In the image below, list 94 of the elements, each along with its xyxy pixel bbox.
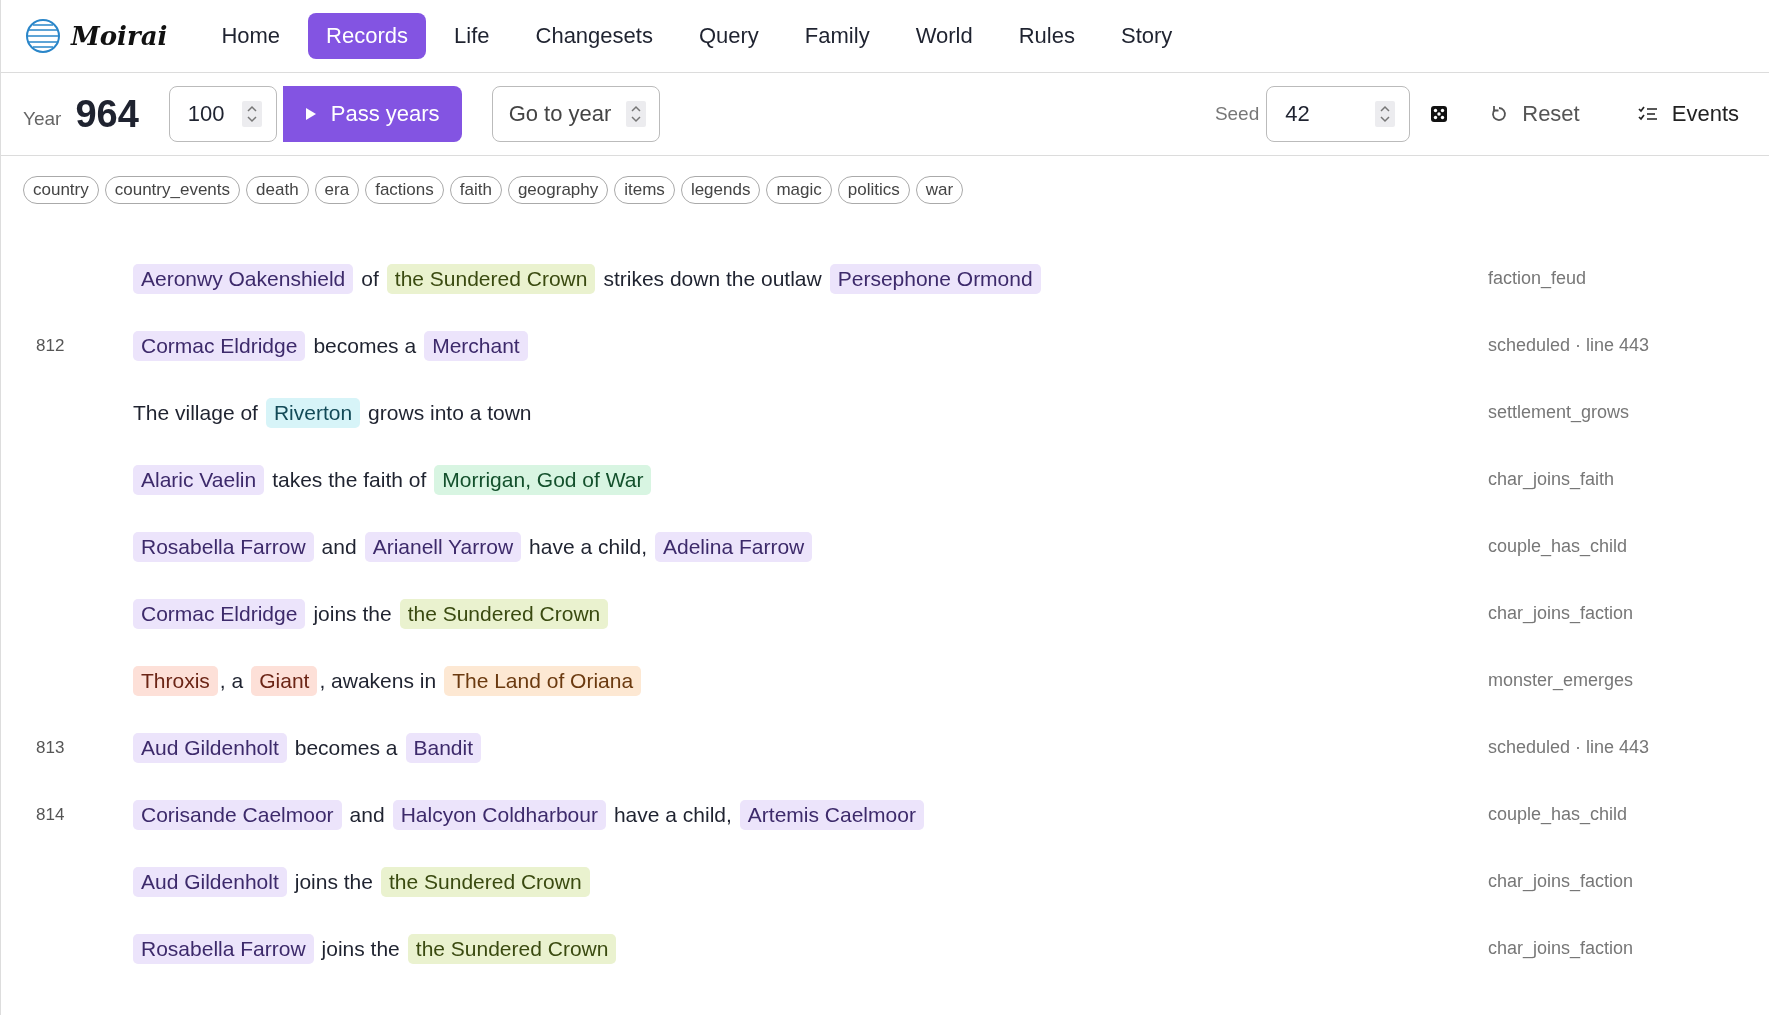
event-text: joins the (313, 601, 392, 626)
nav-tab[interactable]: Changesets (517, 13, 671, 59)
event-text: becomes a (313, 333, 417, 358)
events-button[interactable]: Events (1631, 100, 1745, 128)
nav-tab[interactable]: Story (1102, 13, 1191, 59)
dice-icon[interactable] (1430, 105, 1449, 123)
reset-button[interactable]: Reset (1484, 100, 1586, 128)
event-source: monster_emerges (1488, 670, 1635, 691)
nav-tab[interactable]: Home (203, 13, 299, 59)
faction-tag[interactable]: the Sundered Crown (386, 263, 596, 294)
play-icon (304, 107, 317, 121)
monster-tag[interactable]: Giant (251, 665, 318, 696)
event-text: grows into a town (368, 400, 532, 425)
pass-years-button[interactable]: Pass years (282, 86, 462, 142)
person-tag[interactable]: Rosabella Farrow (133, 531, 314, 562)
filter-tag[interactable]: war (915, 176, 964, 204)
event-source: char_joins_faction (1488, 871, 1635, 892)
nav-tab[interactable]: Records (308, 13, 427, 59)
person-tag[interactable]: Aud Gildenholt (133, 732, 287, 763)
nav-tab[interactable]: Life (436, 13, 508, 59)
filter-tag[interactable]: death (246, 176, 309, 204)
event-text: and (349, 802, 385, 827)
seed-input[interactable]: 42 (1266, 86, 1411, 142)
spinner-icon[interactable] (625, 101, 646, 127)
filter-tag[interactable]: faith (449, 176, 502, 204)
event-source: char_joins_faction (1488, 938, 1635, 959)
event-text: , awakens in (319, 668, 437, 693)
person-tag[interactable]: Corisande Caelmoor (133, 799, 342, 830)
filter-tag[interactable]: era (314, 176, 360, 204)
event-source: scheduled · line 443 (1488, 335, 1651, 356)
go-to-year-input[interactable]: Go to year (491, 86, 660, 142)
event-source: settlement_grows (1488, 402, 1631, 423)
person-tag[interactable]: Rosabella Farrow (133, 933, 314, 964)
event-text: have a child, (529, 534, 647, 559)
years-input[interactable]: 100 (168, 86, 277, 142)
settlement-tag[interactable]: Riverton (265, 397, 361, 428)
person-tag[interactable]: Persephone Ormond (829, 263, 1041, 294)
filter-tag[interactable]: country (23, 176, 99, 204)
person-tag[interactable]: Merchant (424, 330, 528, 361)
nav-tab[interactable]: World (897, 13, 991, 59)
event-year: 812 (36, 335, 65, 355)
filter-tag[interactable]: legends (680, 176, 761, 204)
person-tag[interactable]: Cormac Eldridge (133, 598, 306, 629)
event-text: have a child, (613, 802, 732, 827)
event-text: and (321, 534, 357, 559)
reset-icon (1490, 105, 1509, 123)
nav-tab[interactable]: Query (680, 13, 777, 59)
checklist-icon (1637, 106, 1658, 122)
person-tag[interactable]: Halcyon Coldharbour (392, 799, 606, 830)
person-tag[interactable]: Arianell Yarrow (364, 531, 522, 562)
seed-label: Seed (1214, 103, 1260, 125)
person-tag[interactable]: Cormac Eldridge (133, 330, 306, 361)
event-text: joins the (321, 936, 400, 961)
current-year: 964 (75, 92, 139, 136)
person-tag[interactable]: Adelina Farrow (655, 531, 813, 562)
person-tag[interactable]: Bandit (405, 732, 482, 763)
faction-tag[interactable]: the Sundered Crown (407, 933, 617, 964)
event-year: 814 (36, 804, 65, 824)
event-text: becomes a (294, 735, 398, 760)
filter-tag[interactable]: items (614, 176, 675, 204)
event-source: char_joins_faction (1488, 603, 1635, 624)
event-source: scheduled · line 443 (1488, 737, 1651, 758)
brand-name[interactable]: Moirai (71, 21, 168, 51)
filter-tag[interactable]: politics (837, 176, 910, 204)
region-tag[interactable]: The Land of Oriana (444, 665, 642, 696)
person-tag[interactable]: Aud Gildenholt (133, 866, 287, 897)
event-text: , a (219, 668, 244, 693)
event-source: faction_feud (1488, 268, 1588, 289)
filter-tag[interactable]: factions (365, 176, 444, 204)
event-text: joins the (294, 869, 373, 894)
event-source: couple_has_child (1488, 804, 1629, 825)
spinner-icon[interactable] (241, 101, 262, 127)
event-text: strikes down the outlaw (603, 266, 822, 291)
year-label: Year (23, 108, 62, 130)
event-text: of (361, 266, 379, 291)
person-tag[interactable]: Artemis Caelmoor (739, 799, 924, 830)
event-text: The village of (133, 400, 258, 425)
monster-tag[interactable]: Throxis (133, 665, 218, 696)
person-tag[interactable]: Alaric Vaelin (133, 464, 265, 495)
filter-tag[interactable]: geography (507, 176, 609, 204)
event-source: couple_has_child (1488, 536, 1629, 557)
filter-tag[interactable]: country_events (104, 176, 241, 204)
faction-tag[interactable]: the Sundered Crown (381, 866, 590, 897)
event-text: takes the faith of (272, 467, 427, 492)
event-year: 813 (36, 737, 65, 757)
nav-tab[interactable]: Family (786, 13, 888, 59)
nav-tab[interactable]: Rules (1000, 13, 1093, 59)
person-tag[interactable]: Aeronwy Oakenshield (133, 263, 354, 294)
spinner-icon[interactable] (1375, 101, 1396, 127)
event-source: char_joins_faith (1488, 469, 1616, 490)
faction-tag[interactable]: the Sundered Crown (399, 598, 609, 629)
filter-tag[interactable]: magic (766, 176, 832, 204)
globe-logo-icon (25, 18, 61, 54)
deity-tag[interactable]: Morrigan, God of War (434, 464, 652, 495)
